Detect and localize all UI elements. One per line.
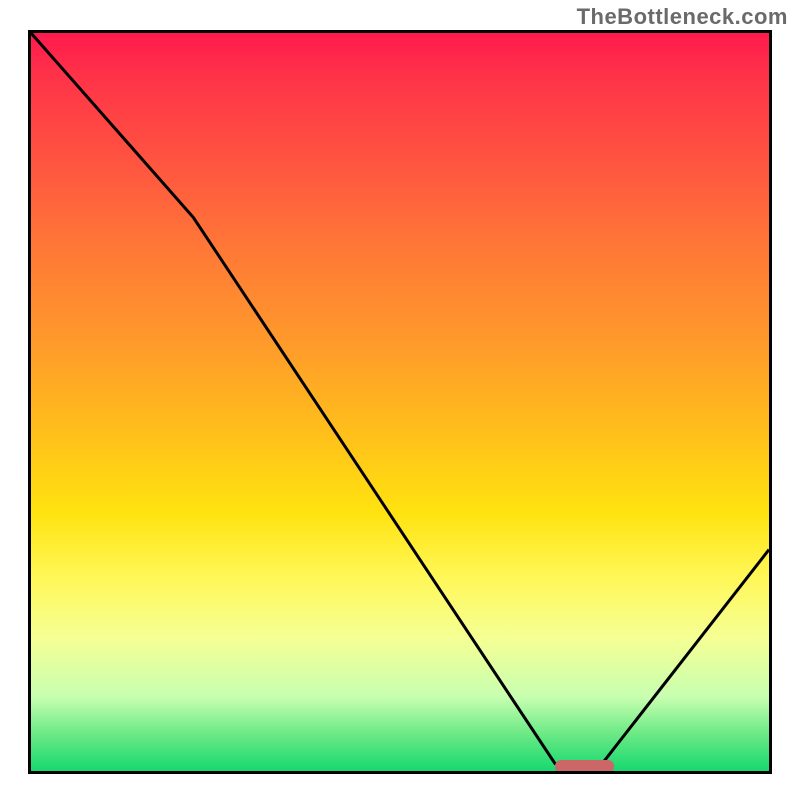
bottleneck-curve xyxy=(31,33,769,771)
chart-area xyxy=(28,30,772,774)
watermark-text: TheBottleneck.com xyxy=(577,4,788,30)
optimum-marker xyxy=(555,760,614,773)
